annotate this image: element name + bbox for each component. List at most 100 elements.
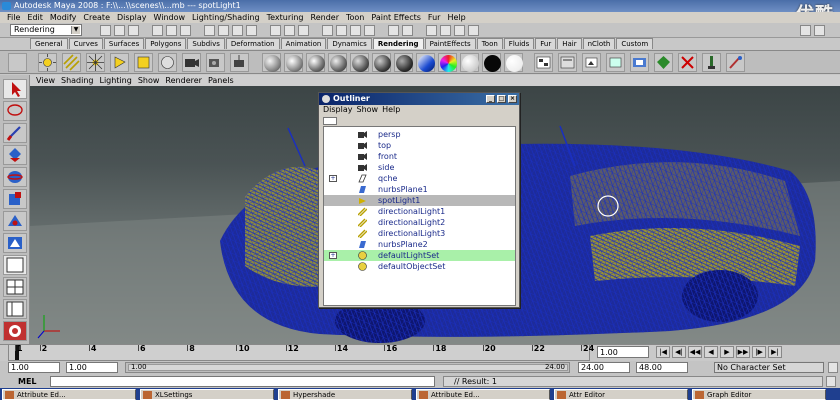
outliner-item[interactable]: directionalLight3 bbox=[324, 228, 515, 239]
step-back-key-button[interactable]: ◀◀ bbox=[688, 346, 702, 358]
outliner-item[interactable]: directionalLight1 bbox=[324, 206, 515, 217]
range-slider[interactable]: 1.00 24.00 bbox=[125, 362, 570, 373]
panel-menu-panels[interactable]: Panels bbox=[208, 76, 234, 85]
outliner-title-bar[interactable]: Outliner _ □ × bbox=[319, 93, 519, 105]
playback-start-field[interactable]: 1.00 bbox=[66, 362, 118, 373]
mask-curves-icon[interactable] bbox=[232, 25, 243, 36]
play-forwards-button[interactable]: ▶ bbox=[720, 346, 734, 358]
outliner-list[interactable]: persp top front side + qche nurbsPlane1 spotLig… bbox=[323, 126, 516, 306]
anisotropic-material-icon[interactable] bbox=[350, 53, 369, 72]
minimize-button[interactable]: _ bbox=[486, 95, 495, 103]
step-forward-key-button[interactable]: ▶▶ bbox=[736, 346, 750, 358]
move-tool-icon[interactable] bbox=[3, 145, 27, 165]
minimized-window-button[interactable]: Hypershade bbox=[278, 389, 412, 400]
attribute-editor-toggle-icon[interactable] bbox=[814, 25, 825, 36]
mask-handles-icon[interactable] bbox=[204, 25, 215, 36]
expand-toggle-icon[interactable]: + bbox=[329, 175, 337, 182]
command-language-label[interactable]: MEL bbox=[18, 377, 37, 386]
outliner-menu-help[interactable]: Help bbox=[382, 105, 400, 114]
paint-effects-icon[interactable] bbox=[702, 53, 721, 72]
close-button[interactable]: × bbox=[508, 95, 517, 103]
shelf-tab-custom[interactable]: Custom bbox=[616, 38, 654, 49]
menu-edit[interactable]: Edit bbox=[27, 13, 43, 22]
step-forward-frame-button[interactable]: |▶ bbox=[752, 346, 766, 358]
shelf-tab-subdivs[interactable]: Subdivs bbox=[187, 38, 225, 49]
select-hierarchy-icon[interactable] bbox=[152, 25, 163, 36]
minimized-window-button[interactable]: Graph Editor bbox=[692, 389, 826, 400]
shelf-tab-fluids[interactable]: Fluids bbox=[503, 38, 535, 49]
shelf-tab-polygons[interactable]: Polygons bbox=[145, 38, 187, 49]
minimized-window-button[interactable]: XLSettings bbox=[140, 389, 274, 400]
camera-aim-icon[interactable] bbox=[206, 53, 225, 72]
phong-e-material-icon[interactable] bbox=[328, 53, 347, 72]
history-output-icon[interactable] bbox=[402, 25, 413, 36]
chevron-down-icon[interactable]: ▼ bbox=[71, 26, 80, 34]
menu-window[interactable]: Window bbox=[154, 13, 186, 22]
ramp-shader-icon[interactable] bbox=[394, 53, 413, 72]
shelf-tab-painteffects[interactable]: PaintEffects bbox=[424, 38, 476, 49]
batch-render-icon[interactable] bbox=[654, 53, 673, 72]
shading-map-icon[interactable] bbox=[460, 53, 479, 72]
shelf-menu-icon[interactable] bbox=[8, 53, 27, 72]
perspective-outliner-layout-icon[interactable] bbox=[3, 299, 27, 319]
render-current-frame-icon[interactable] bbox=[440, 25, 451, 36]
script-editor-icon[interactable] bbox=[826, 376, 836, 387]
minimized-window-button[interactable]: Attribute Ed... bbox=[416, 389, 550, 400]
hypershade-icon[interactable] bbox=[534, 53, 553, 72]
outliner-window[interactable]: Outliner _ □ × Display Show Help persp top f… bbox=[318, 92, 520, 308]
render-globals-icon[interactable] bbox=[630, 53, 649, 72]
outliner-menu-show[interactable]: Show bbox=[357, 105, 379, 114]
shelf-tab-rendering[interactable]: Rendering bbox=[372, 38, 424, 49]
outliner-item[interactable]: nurbsPlane2 bbox=[324, 239, 515, 250]
area-light-icon[interactable] bbox=[134, 53, 153, 72]
outliner-menu-display[interactable]: Display bbox=[323, 105, 353, 114]
shelf-tab-surfaces[interactable]: Surfaces bbox=[103, 38, 145, 49]
phong-material-icon[interactable] bbox=[306, 53, 325, 72]
single-perspective-layout-icon[interactable] bbox=[3, 255, 27, 275]
outliner-item[interactable]: top bbox=[324, 140, 515, 151]
save-scene-icon[interactable] bbox=[128, 25, 139, 36]
menu-fur[interactable]: Fur bbox=[428, 13, 441, 22]
menu-create[interactable]: Create bbox=[83, 13, 110, 22]
ambient-light-icon[interactable] bbox=[38, 53, 57, 72]
outliner-item[interactable]: directionalLight2 bbox=[324, 217, 515, 228]
shelf-tab-general[interactable]: General bbox=[30, 38, 68, 49]
snap-grid-icon[interactable] bbox=[322, 25, 333, 36]
open-scene-icon[interactable] bbox=[114, 25, 125, 36]
menu-modify[interactable]: Modify bbox=[50, 13, 77, 22]
volume-light-icon[interactable] bbox=[158, 53, 177, 72]
shelf-tab-fur[interactable]: Fur bbox=[535, 38, 557, 49]
four-view-layout-icon[interactable] bbox=[3, 277, 27, 297]
go-to-end-button[interactable]: ▶| bbox=[768, 346, 782, 358]
last-tool-used-icon[interactable] bbox=[3, 233, 27, 253]
current-frame-field[interactable]: 1.00 bbox=[597, 346, 649, 358]
new-scene-icon[interactable] bbox=[100, 25, 111, 36]
shelf-tab-hair[interactable]: Hair bbox=[557, 38, 582, 49]
menu-paint-effects[interactable]: Paint Effects bbox=[371, 13, 421, 22]
menu-help[interactable]: Help bbox=[447, 13, 465, 22]
outliner-item[interactable]: + qche bbox=[324, 173, 515, 184]
menu-set-selector[interactable]: Rendering ▼ bbox=[10, 24, 82, 36]
shelf-tab-curves[interactable]: Curves bbox=[68, 38, 103, 49]
maximize-button[interactable]: □ bbox=[497, 95, 506, 103]
render-frame-icon[interactable] bbox=[582, 53, 601, 72]
outliner-item[interactable]: side bbox=[324, 162, 515, 173]
select-tool-icon[interactable] bbox=[3, 79, 27, 99]
scale-tool-icon[interactable] bbox=[3, 189, 27, 209]
panel-menu-renderer[interactable]: Renderer bbox=[165, 76, 202, 85]
end-time-field[interactable]: 48.00 bbox=[636, 362, 688, 373]
render-hypershade-layout-icon[interactable] bbox=[3, 321, 27, 341]
shelf-tab-animation[interactable]: Animation bbox=[280, 38, 327, 49]
render-settings-icon[interactable] bbox=[468, 25, 479, 36]
shelf-tab-ncloth[interactable]: nCloth bbox=[582, 38, 616, 49]
shelf-tab-deformation[interactable]: Deformation bbox=[225, 38, 280, 49]
menu-file[interactable]: File bbox=[7, 13, 20, 22]
menu-texturing[interactable]: Texturing bbox=[267, 13, 304, 22]
ipr-shelf-icon[interactable] bbox=[606, 53, 625, 72]
step-back-frame-button[interactable]: ◀| bbox=[672, 346, 686, 358]
render-view-icon[interactable] bbox=[426, 25, 437, 36]
camera-aim-up-icon[interactable] bbox=[230, 53, 249, 72]
lambert-material-icon[interactable] bbox=[262, 53, 281, 72]
black-shader-icon[interactable] bbox=[482, 53, 501, 72]
cancel-batch-render-icon[interactable] bbox=[678, 53, 697, 72]
